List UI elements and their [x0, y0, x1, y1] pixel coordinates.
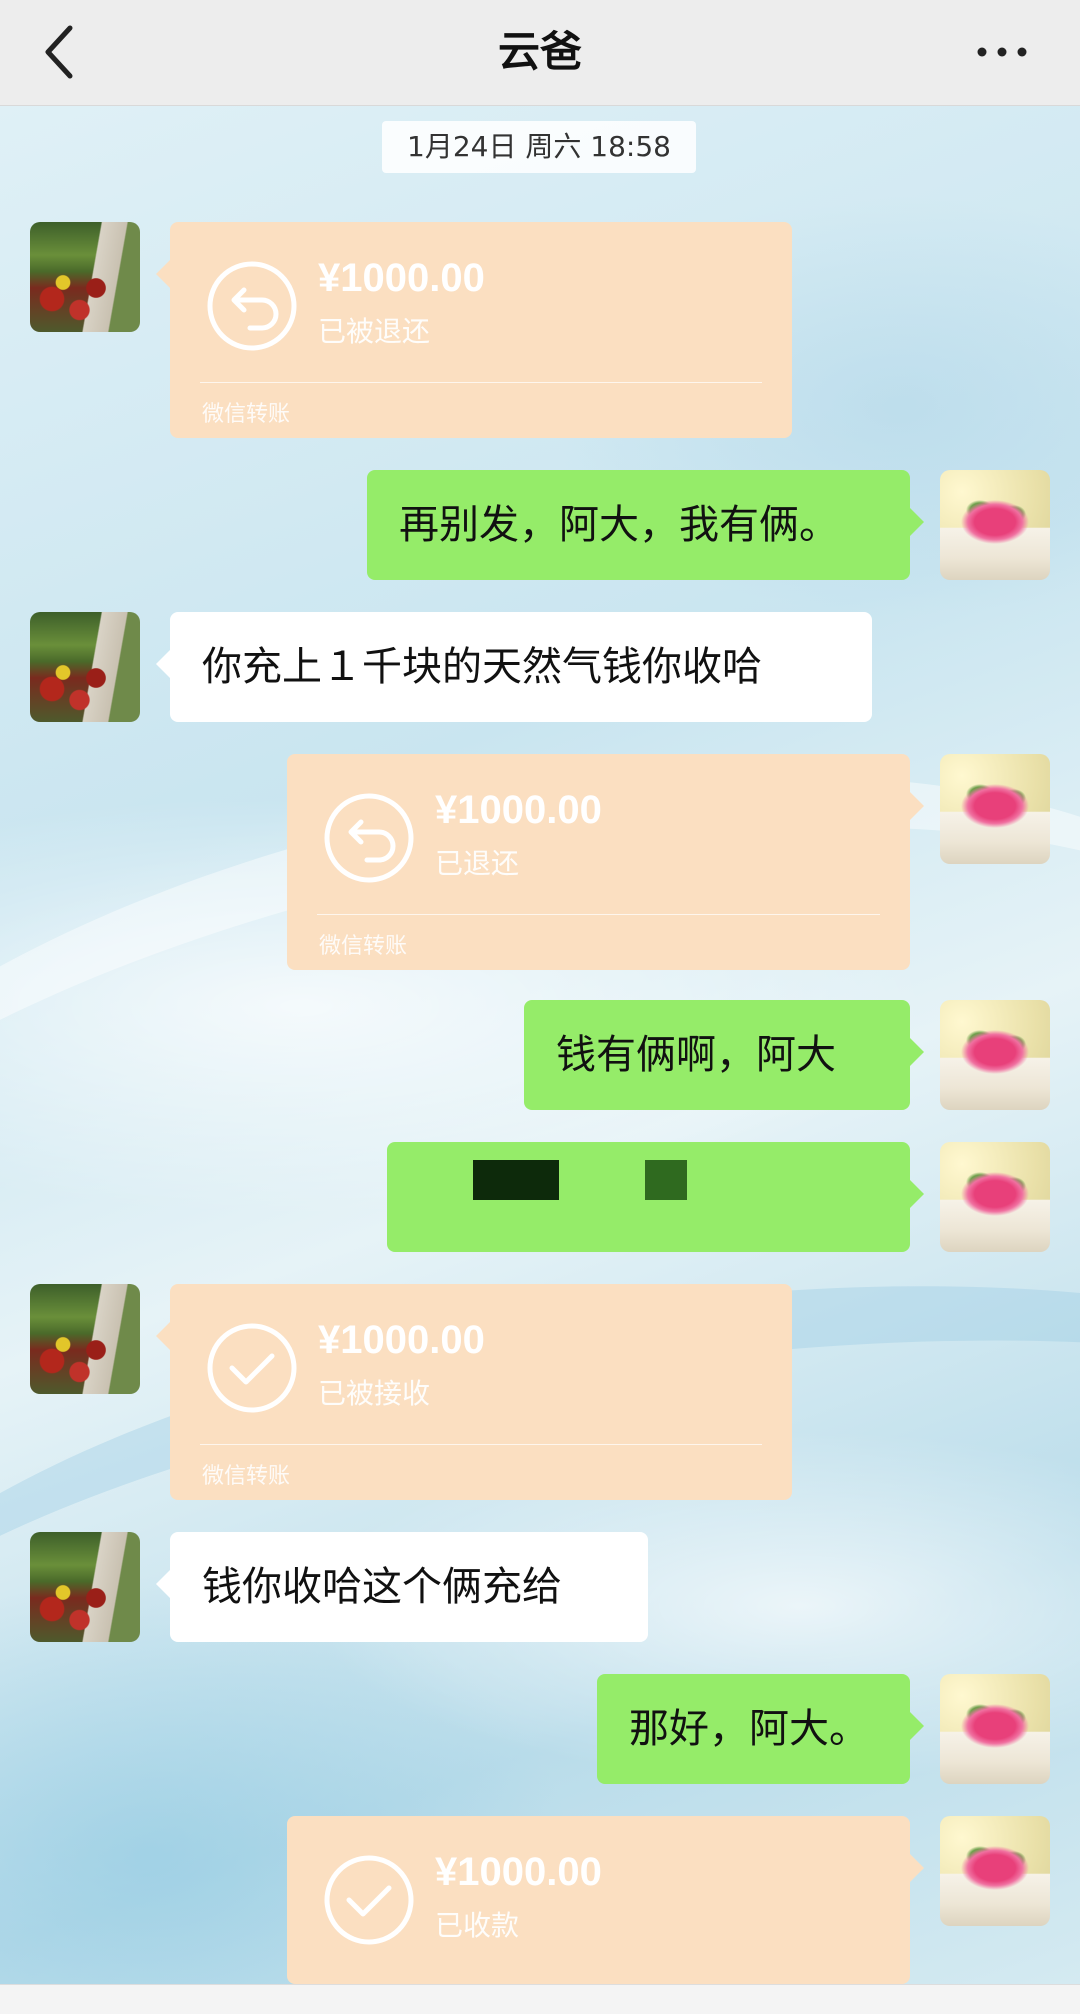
message-bubble[interactable]: 钱你收哈这个俩充给	[156, 1532, 648, 1642]
my-avatar[interactable]	[940, 470, 1050, 580]
contact-avatar[interactable]	[30, 612, 140, 722]
message-bubble[interactable]: 你充上１千块的天然气钱你收哈	[156, 612, 872, 722]
check-icon	[324, 1855, 414, 1945]
transfer-label: 微信转账	[202, 1464, 291, 1489]
transfer-label: 微信转账	[319, 934, 408, 959]
redacted-message-bubble[interactable]	[387, 1142, 924, 1252]
check-icon	[207, 1323, 297, 1413]
my-avatar[interactable]	[940, 1816, 1050, 1926]
chat-header: 云爸	[0, 0, 1080, 106]
my-avatar[interactable]	[940, 1000, 1050, 1110]
transfer-label: 微信转账	[202, 402, 291, 427]
redaction-block	[473, 1160, 559, 1200]
contact-avatar[interactable]	[30, 222, 140, 332]
redaction-block	[645, 1160, 687, 1200]
refund-icon	[324, 793, 414, 883]
contact-avatar[interactable]	[30, 1532, 140, 1642]
message-timestamp: 1月24日 周六 18:58	[382, 121, 696, 173]
divider	[200, 1444, 762, 1445]
transfer-card[interactable]: ¥1000.00 已被退还 微信转账	[156, 222, 792, 438]
transfer-status: 已收款	[435, 1909, 520, 1942]
transfer-status: 已退还	[435, 847, 520, 880]
transfer-status: 已被退还	[318, 315, 431, 348]
transfer-card[interactable]: ¥1000.00 已退还 微信转账	[287, 754, 924, 970]
my-avatar[interactable]	[940, 1674, 1050, 1784]
message-bubble[interactable]: 钱有俩啊，阿大	[524, 1000, 924, 1110]
chat-title: 云爸	[497, 27, 582, 76]
transfer-card[interactable]: ¥1000.00 已收款	[287, 1816, 924, 1984]
divider	[200, 382, 762, 383]
transfer-amount: ¥1000.00	[318, 1318, 485, 1362]
transfer-amount: ¥1000.00	[318, 256, 485, 300]
input-bar-edge	[0, 1984, 1080, 2014]
message-bubble[interactable]: 那好，阿大。	[597, 1674, 924, 1784]
refund-icon	[207, 261, 297, 351]
more-options-icon[interactable]	[972, 30, 1032, 74]
transfer-amount: ¥1000.00	[435, 788, 602, 832]
transfer-amount: ¥1000.00	[435, 1850, 602, 1894]
divider	[317, 914, 880, 915]
contact-avatar[interactable]	[30, 1284, 140, 1394]
transfer-status: 已被接收	[318, 1377, 431, 1410]
my-avatar[interactable]	[940, 754, 1050, 864]
back-arrow-icon[interactable]	[40, 22, 80, 82]
my-avatar[interactable]	[940, 1142, 1050, 1252]
message-bubble[interactable]: 再别发，阿大，我有俩。	[367, 470, 924, 580]
transfer-card[interactable]: ¥1000.00 已被接收 微信转账	[156, 1284, 792, 1500]
